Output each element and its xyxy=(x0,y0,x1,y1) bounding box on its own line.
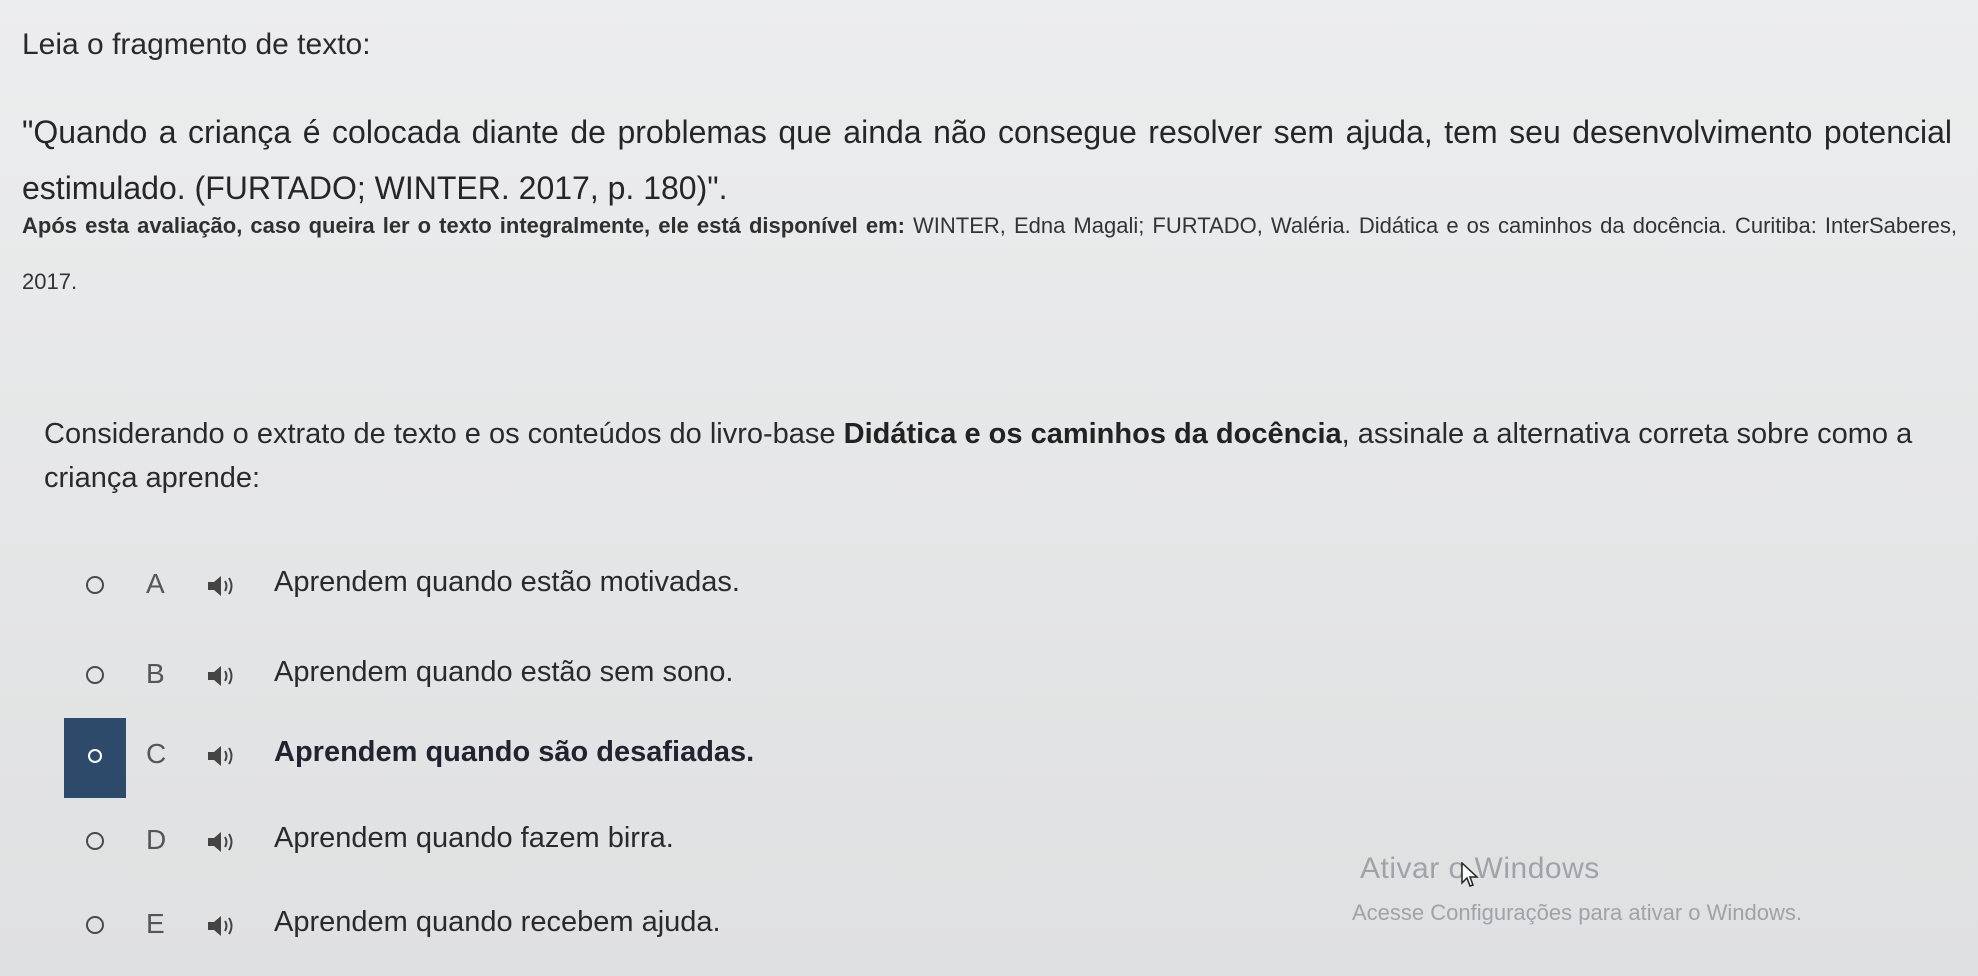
option-a[interactable]: A Aprendem quando estão motivadas. xyxy=(0,548,780,628)
option-letter: E xyxy=(146,908,165,939)
question-book-title: Didática e os caminhos da docência xyxy=(843,418,1342,450)
option-letter: D xyxy=(146,824,167,855)
watermark-subtitle: Acesse Configurações para ativar o Windo… xyxy=(1352,900,1802,925)
option-text: Aprendem quando recebem ajuda. xyxy=(274,906,721,938)
radio-button[interactable] xyxy=(88,749,102,763)
option-letter: C xyxy=(146,738,167,769)
option-c[interactable]: C Aprendem quando são desafiadas. xyxy=(0,718,780,798)
radio-button[interactable] xyxy=(86,576,104,594)
option-text: Aprendem quando estão motivadas. xyxy=(274,566,740,598)
option-e[interactable]: E Aprendem quando recebem ajuda. xyxy=(0,888,780,968)
question-before: Considerando o extrato de texto e os con… xyxy=(44,418,844,450)
mouse-pointer-icon xyxy=(1461,862,1479,887)
radio-button[interactable] xyxy=(86,666,104,684)
option-letter: B xyxy=(146,658,165,689)
watermark-title: Ativar o Windows xyxy=(1360,852,1600,885)
radio-button[interactable] xyxy=(86,832,104,850)
speaker-icon[interactable] xyxy=(206,913,236,939)
option-text: Aprendem quando são desafiadas. xyxy=(274,736,755,768)
question-statement: Considerando o extrato de texto e os con… xyxy=(44,412,1964,500)
quiz-page: Leia o fragmento de texto: "Quando a cri… xyxy=(0,0,1978,976)
speaker-icon[interactable] xyxy=(206,829,236,855)
windows-activation-watermark: Ativar o Windows Acesse Configurações pa… xyxy=(1352,852,1802,925)
option-letter: A xyxy=(146,568,165,599)
speaker-icon[interactable] xyxy=(206,743,236,769)
source-reference: Após esta avaliação, caso queira ler o t… xyxy=(22,198,1957,310)
option-text: Aprendem quando fazem birra. xyxy=(274,822,674,854)
option-text: Aprendem quando estão sem sono. xyxy=(274,656,734,688)
source-lead: Após esta avaliação, caso queira ler o t… xyxy=(22,213,905,238)
radio-button[interactable] xyxy=(86,916,104,934)
option-b[interactable]: B Aprendem quando estão sem sono. xyxy=(0,638,780,718)
prompt-text: Leia o fragmento de texto: xyxy=(22,28,371,61)
speaker-icon[interactable] xyxy=(206,573,236,599)
option-d[interactable]: D Aprendem quando fazem birra. xyxy=(0,804,780,884)
speaker-icon[interactable] xyxy=(206,663,236,689)
